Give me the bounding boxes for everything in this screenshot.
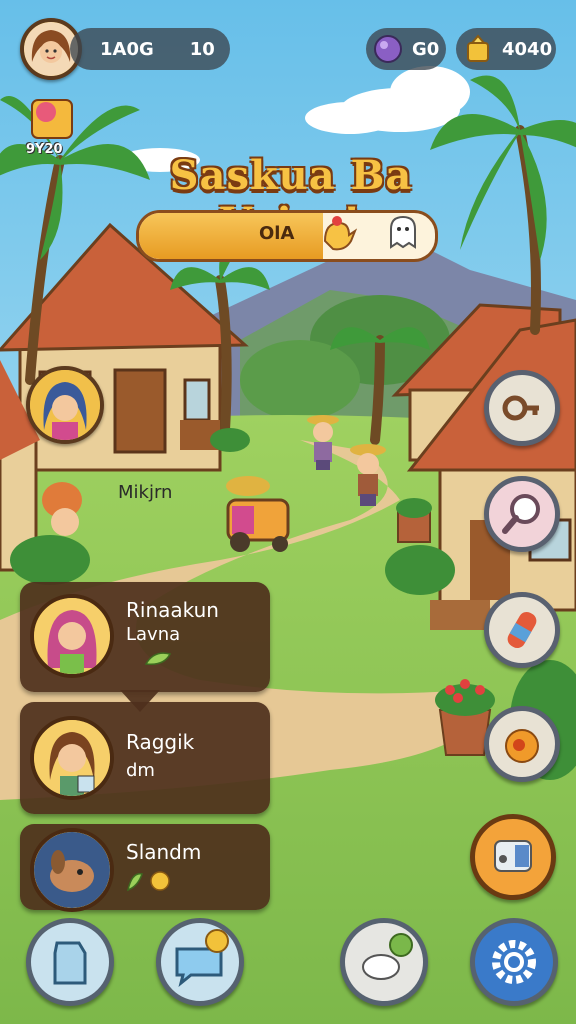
- card-name: Raggik: [126, 730, 195, 754]
- gold-coins-icon: [467, 34, 489, 62]
- fruit-icon: [505, 729, 539, 763]
- inspect-button[interactable]: [484, 476, 560, 552]
- sheep-button[interactable]: [340, 918, 428, 1006]
- fruit-button[interactable]: [484, 706, 560, 782]
- leaf-icon: [144, 652, 172, 666]
- chat-icon: [175, 929, 229, 987]
- event-timer: 9Y20: [26, 142, 63, 157]
- key-icon: [502, 395, 539, 421]
- milk-button[interactable]: [26, 918, 114, 1006]
- card-name: Rinaakun: [126, 598, 219, 622]
- sheep-icon: [362, 933, 413, 980]
- chicken-icon: [323, 216, 358, 251]
- character-card[interactable]: Slandm: [20, 824, 270, 912]
- milk-icon: [53, 941, 87, 985]
- machine-button[interactable]: [470, 814, 556, 900]
- reward-icons: [126, 871, 170, 892]
- card-portrait: [30, 828, 114, 912]
- event-progress-bar[interactable]: OlA: [136, 210, 438, 262]
- gems-value: G0: [412, 38, 440, 60]
- potion-button[interactable]: [484, 592, 560, 668]
- magnify-icon: [502, 494, 540, 534]
- potion-icon: [507, 611, 537, 649]
- gold-counter[interactable]: 4040: [456, 28, 556, 70]
- npc-name-label: Mikjrn: [118, 482, 173, 503]
- npc-portrait-button[interactable]: [26, 366, 104, 444]
- progress-fill: [139, 213, 323, 259]
- card-portrait: [30, 716, 114, 800]
- woman-portrait-icon: [30, 370, 100, 440]
- card-subtitle: dm: [126, 760, 155, 781]
- gem-icon: [374, 35, 402, 63]
- player-level-value: 10: [189, 38, 215, 60]
- gems-counter[interactable]: G0: [366, 28, 446, 70]
- player-level-label: 1A0G: [100, 38, 154, 60]
- character-card[interactable]: Rinaakun Lavna: [20, 582, 270, 692]
- hijab-woman-icon: [34, 598, 110, 674]
- event-badge[interactable]: 9Y20: [26, 96, 82, 157]
- gold-value: 4040: [502, 38, 553, 60]
- chat-button[interactable]: [156, 918, 244, 1006]
- card-name: Slandm: [126, 840, 202, 864]
- progress-text: OlA: [259, 223, 295, 244]
- character-card[interactable]: Raggik dm: [20, 702, 270, 814]
- settings-icon: [492, 940, 536, 984]
- card-portrait: [30, 594, 114, 678]
- dog-portrait-icon: [34, 832, 110, 908]
- teacher-woman-icon: [34, 720, 110, 796]
- settings-button[interactable]: [470, 918, 558, 1006]
- card-subtitle: Lavna: [126, 624, 181, 645]
- machine-icon: [494, 840, 532, 872]
- ghost-mascot-icon: [390, 215, 416, 249]
- key-button[interactable]: [484, 370, 560, 446]
- player-stats-pill: 1A0G 10: [70, 28, 230, 70]
